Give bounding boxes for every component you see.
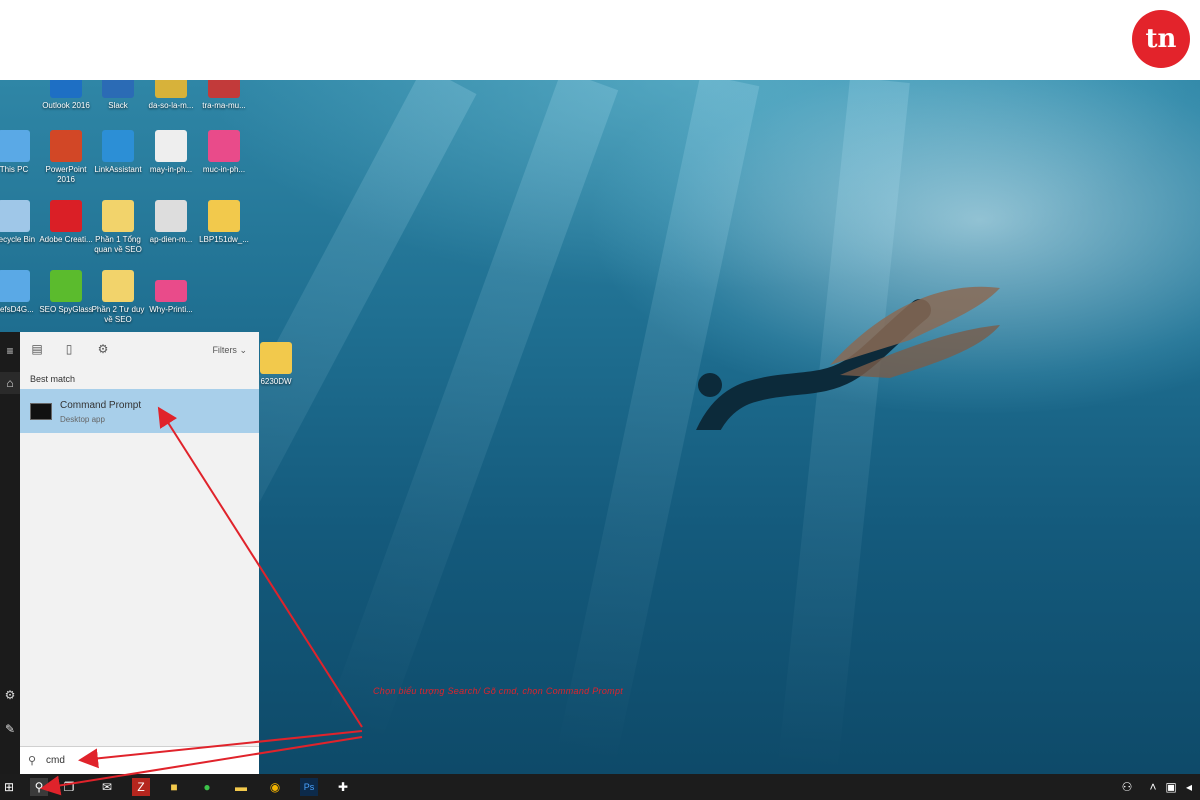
desktop-icon-phan-1[interactable]: Phần 1 Tổng quan về SEO: [90, 200, 146, 255]
gear-icon[interactable]: ⚙: [0, 684, 20, 706]
desktop-icon-ap-dien[interactable]: ap-dien-m...: [143, 200, 199, 245]
icon-label: ap-dien-m...: [149, 235, 193, 244]
search-icon: ⚲: [28, 755, 37, 767]
sticky-notes-icon[interactable]: ■: [165, 778, 183, 796]
network-icon[interactable]: ▣: [1162, 778, 1180, 796]
line-icon[interactable]: ●: [198, 778, 216, 796]
hamburger-icon[interactable]: ≡: [0, 340, 20, 362]
filters-dropdown[interactable]: Filters ⌄: [212, 345, 247, 356]
person-icon[interactable]: ⚇: [1118, 778, 1136, 796]
search-input-value: cmd: [46, 755, 65, 766]
search-input[interactable]: ⚲ cmd: [20, 746, 259, 775]
printer-icon: [155, 80, 187, 98]
icon-label: SEO SpyGlass: [39, 305, 93, 314]
mail-icon[interactable]: ✉: [98, 778, 116, 796]
adobe-icon: [50, 200, 82, 232]
filezilla-icon[interactable]: Z: [132, 778, 150, 796]
photoshop-icon[interactable]: Ps: [300, 778, 318, 796]
desktop-icon-slack[interactable]: Slack: [90, 80, 146, 111]
chevron-down-icon: ⌄: [239, 345, 247, 355]
home-icon[interactable]: ⌂: [0, 372, 20, 394]
slack-icon: [102, 80, 134, 98]
folder-icon: [102, 270, 134, 302]
feedback-icon[interactable]: ✎: [0, 718, 20, 740]
desktop-icon-may-in[interactable]: may-in-ph...: [143, 130, 199, 175]
desktop-icon-linkassistant[interactable]: LinkAssistant: [90, 130, 146, 175]
recycle-bin-icon: [0, 200, 30, 232]
linkassistant-icon: [102, 130, 134, 162]
apps-tab-icon[interactable]: ▤: [30, 342, 44, 356]
diver-image: [696, 286, 1000, 430]
icon-label: Phần 1 Tổng quan về SEO: [94, 235, 142, 254]
icon-label: 6230DW: [260, 377, 292, 386]
desktop-icon-da-so[interactable]: da-so-la-m...: [143, 80, 199, 111]
icon-label: RefsD4G...: [0, 305, 34, 314]
documents-tab-icon[interactable]: ▯: [62, 342, 76, 356]
icon-label: Why-Printi...: [149, 305, 193, 314]
explorer-icon[interactable]: ▬: [232, 778, 250, 796]
icon-label: may-in-ph...: [149, 165, 193, 174]
desktop-icon-adobe[interactable]: Adobe Creati...: [38, 200, 94, 245]
powerpoint-icon: [50, 130, 82, 162]
folder-icon: [208, 200, 240, 232]
result-command-prompt[interactable]: Command Prompt Desktop app: [20, 389, 259, 433]
app-icon[interactable]: ✚: [334, 778, 352, 796]
outlook-icon: [50, 80, 82, 98]
icon-label: Phần 2 Tư duy về SEO: [91, 305, 145, 324]
chevron-up-icon[interactable]: ˄: [1144, 778, 1162, 796]
chrome-icon[interactable]: ◉: [266, 778, 284, 796]
volume-icon[interactable]: ◂: [1180, 778, 1198, 796]
desktop-icon-muc-in[interactable]: muc-in-ph...: [196, 130, 252, 175]
icon-label: Slack: [108, 101, 128, 110]
search-icon[interactable]: ⚲: [30, 778, 48, 796]
desktop-icon-recycle-bin[interactable]: Recycle Bin: [0, 200, 42, 245]
icon-label: tra-ma-mu...: [202, 101, 246, 110]
icon-label: PowerPoint 2016: [45, 165, 87, 184]
desktop-icon-why-printi[interactable]: Why-Printi...: [143, 280, 199, 315]
desktop-icon-powerpoint[interactable]: PowerPoint 2016: [38, 130, 94, 185]
icon-label: da-so-la-m...: [148, 101, 194, 110]
folder-icon: [260, 342, 292, 374]
result-subtitle: Desktop app: [60, 415, 105, 424]
desktop-icon-refsd4g[interactable]: RefsD4G...: [0, 270, 42, 315]
icon-label: Outlook 2016: [42, 101, 90, 110]
start-menu: ≡ ⌂ ⚙ ✎ ▤ ▯ ⚙ Filters ⌄ Best match Comma…: [0, 332, 259, 775]
desktop-icon-outlook[interactable]: Outlook 2016: [38, 80, 94, 111]
desktop-icon-this-pc[interactable]: This PC: [0, 130, 42, 175]
ink-icon: [155, 280, 187, 302]
spyglass-icon: [50, 270, 82, 302]
printer-icon: [155, 130, 187, 162]
panel-header: ▤ ▯ ⚙ Filters ⌄: [20, 332, 259, 368]
icon-label: LBP151dw_...: [199, 235, 249, 244]
icon-label: Adobe Creati...: [39, 235, 93, 244]
taskbar: ⊞ ⚲ ❐ ✉ Z ■ ● ▬ ◉ Ps ✚ ⚇ ˄ ▣ ◂: [0, 774, 1200, 800]
terminal-icon: [30, 403, 52, 420]
desktop-icon-lbp151dw[interactable]: LBP151dw_...: [196, 200, 252, 245]
desktop-icon-phan-2[interactable]: Phần 2 Tư duy về SEO: [90, 270, 146, 325]
screen-icon: [0, 270, 30, 302]
start-rail: ≡ ⌂ ⚙ ✎: [0, 332, 20, 774]
desktop-icon-tra-ma[interactable]: tra-ma-mu...: [196, 80, 252, 111]
printer-icon: [155, 200, 187, 232]
ink-icon: [208, 80, 240, 98]
filters-label: Filters: [212, 345, 237, 355]
ink-icon: [208, 130, 240, 162]
annotation-text: Chọn biểu tượng Search/ Gõ cmd, chọn Com…: [373, 686, 624, 696]
icon-label: Recycle Bin: [0, 235, 36, 244]
icon-label: muc-in-ph...: [202, 165, 246, 174]
brand-logo: tn: [1132, 10, 1190, 68]
top-banner: tn: [0, 0, 1200, 80]
task-view-icon[interactable]: ❐: [60, 778, 78, 796]
result-title: Command Prompt: [60, 400, 142, 411]
desktop-icon-seo-spyglass[interactable]: SEO SpyGlass: [38, 270, 94, 315]
settings-tab-icon[interactable]: ⚙: [96, 342, 110, 356]
best-match-heading: Best match: [30, 374, 76, 384]
folder-icon: [102, 200, 134, 232]
icon-label: This PC: [0, 165, 29, 174]
search-results-panel: ▤ ▯ ⚙ Filters ⌄ Best match Command Promp…: [20, 332, 259, 775]
computer-icon: [0, 130, 30, 162]
icon-label: LinkAssistant: [94, 165, 142, 174]
start-icon[interactable]: ⊞: [0, 778, 18, 796]
